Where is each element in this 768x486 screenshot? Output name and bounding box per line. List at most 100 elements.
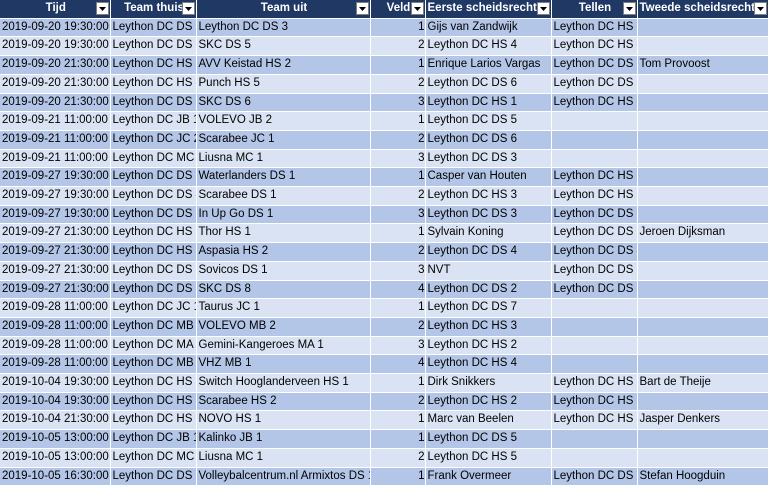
- cell-tijd[interactable]: 2019-09-28 11:00:00: [0, 336, 111, 356]
- cell-team-thuis[interactable]: Leython DC DS 7: [110, 280, 197, 300]
- cell-eerste-scheidsrechter[interactable]: Enrique Larios Vargas: [425, 55, 552, 75]
- cell-team-thuis[interactable]: Leython DC HS 1: [110, 55, 197, 75]
- cell-team-thuis[interactable]: Leython DC DS 6: [110, 205, 197, 225]
- cell-veld[interactable]: 1: [370, 298, 426, 318]
- filter-dropdown-button[interactable]: [355, 2, 369, 15]
- filter-dropdown-button[interactable]: [410, 2, 424, 15]
- cell-tweede-scheidsrechter[interactable]: [637, 392, 768, 412]
- cell-tweede-scheidsrechter[interactable]: [637, 149, 768, 169]
- cell-team-thuis[interactable]: Leython DC MC 1: [110, 448, 197, 468]
- cell-team-uit[interactable]: Sovicos DS 1: [196, 261, 371, 281]
- cell-team-thuis[interactable]: Leython DC DS 7: [110, 93, 197, 113]
- cell-eerste-scheidsrechter[interactable]: Marc van Beelen: [425, 410, 552, 431]
- filter-dropdown-button[interactable]: [622, 2, 636, 15]
- cell-team-thuis[interactable]: Leython DC DS 2: [110, 18, 197, 38]
- cell-veld[interactable]: 2: [370, 317, 426, 337]
- cell-team-thuis[interactable]: Leython DC DS 3: [110, 261, 197, 281]
- cell-tweede-scheidsrechter[interactable]: [637, 186, 768, 206]
- cell-tweede-scheidsrechter[interactable]: Tom Provoost: [637, 55, 768, 75]
- cell-tijd[interactable]: 2019-09-20 19:30:00: [0, 18, 111, 38]
- cell-tellen[interactable]: Leython DC DS 4: [551, 242, 638, 262]
- cell-veld[interactable]: 1: [370, 55, 426, 75]
- cell-tijd[interactable]: 2019-09-27 19:30:00: [0, 167, 111, 188]
- cell-tellen[interactable]: [551, 111, 638, 131]
- cell-tijd[interactable]: 2019-09-20 19:30:00: [0, 36, 111, 57]
- cell-tweede-scheidsrechter[interactable]: [637, 298, 768, 318]
- cell-tweede-scheidsrechter[interactable]: [637, 205, 768, 225]
- cell-veld[interactable]: 2: [370, 36, 426, 57]
- cell-veld[interactable]: 1: [370, 429, 426, 449]
- cell-tweede-scheidsrechter[interactable]: [637, 280, 768, 300]
- cell-team-uit[interactable]: SKC DS 5: [196, 36, 371, 57]
- cell-tellen[interactable]: [551, 448, 638, 468]
- cell-eerste-scheidsrechter[interactable]: Leython DC HS 3: [425, 186, 552, 206]
- cell-team-uit[interactable]: Scarabee JC 1: [196, 130, 371, 150]
- cell-tellen[interactable]: Leython DC DS 6: [551, 74, 638, 94]
- cell-tellen[interactable]: [551, 317, 638, 337]
- cell-veld[interactable]: 2: [370, 74, 426, 94]
- cell-veld[interactable]: 1: [370, 111, 426, 131]
- cell-team-uit[interactable]: Punch HS 5: [196, 74, 371, 94]
- cell-team-uit[interactable]: Switch Hooglanderveen HS 1: [196, 373, 371, 393]
- cell-veld[interactable]: 1: [370, 167, 426, 188]
- cell-team-thuis[interactable]: Leython DC JB 1: [110, 111, 197, 131]
- cell-eerste-scheidsrechter[interactable]: Leython DC DS 7: [425, 298, 552, 318]
- cell-tijd[interactable]: 2019-10-04 19:30:00: [0, 373, 111, 393]
- cell-team-uit[interactable]: AVV Keistad HS 2: [196, 55, 371, 75]
- cell-tellen[interactable]: Leython DC DS 2: [551, 280, 638, 300]
- cell-tweede-scheidsrechter[interactable]: [637, 448, 768, 468]
- cell-tweede-scheidsrechter[interactable]: Stefan Hoogduin: [637, 467, 768, 486]
- cell-tellen[interactable]: Leython DC HS 2: [551, 392, 638, 412]
- cell-tweede-scheidsrechter[interactable]: [637, 74, 768, 94]
- cell-veld[interactable]: 3: [370, 261, 426, 281]
- cell-tellen[interactable]: Leython DC HS 1: [551, 93, 638, 113]
- cell-tijd[interactable]: 2019-09-20 21:30:00: [0, 74, 111, 94]
- filter-dropdown-button[interactable]: [181, 2, 195, 15]
- cell-team-uit[interactable]: SKC DS 8: [196, 280, 371, 300]
- cell-tweede-scheidsrechter[interactable]: [637, 130, 768, 150]
- cell-team-uit[interactable]: Scarabee DS 1: [196, 186, 371, 206]
- cell-tijd[interactable]: 2019-10-05 13:00:00: [0, 448, 111, 468]
- cell-tellen[interactable]: Leython DC HS 3: [551, 186, 638, 206]
- cell-eerste-scheidsrechter[interactable]: Leython DC HS 2: [425, 392, 552, 412]
- cell-tellen[interactable]: Leython DC DS 2: [551, 55, 638, 75]
- cell-tellen[interactable]: Leython DC DS 7: [551, 467, 638, 486]
- cell-tijd[interactable]: 2019-09-28 11:00:00: [0, 354, 111, 375]
- cell-team-thuis[interactable]: Leython DC DS 1: [110, 467, 197, 486]
- cell-team-uit[interactable]: In Up Go DS 1: [196, 205, 371, 225]
- cell-tellen[interactable]: [551, 336, 638, 356]
- cell-tijd[interactable]: 2019-10-05 16:30:00: [0, 467, 111, 486]
- cell-veld[interactable]: 2: [370, 448, 426, 468]
- cell-tweede-scheidsrechter[interactable]: Bart de Theije: [637, 373, 768, 393]
- cell-team-uit[interactable]: Leython DC DS 3: [196, 18, 371, 38]
- cell-tweede-scheidsrechter[interactable]: [637, 36, 768, 57]
- filter-dropdown-button[interactable]: [536, 2, 550, 15]
- cell-tellen[interactable]: [551, 149, 638, 169]
- cell-team-thuis[interactable]: Leython DC HS 1: [110, 373, 197, 393]
- cell-tellen[interactable]: Leython DC HS 2: [551, 373, 638, 393]
- cell-eerste-scheidsrechter[interactable]: Leython DC DS 3: [425, 149, 552, 169]
- filter-dropdown-button[interactable]: [95, 2, 109, 15]
- cell-tijd[interactable]: 2019-09-21 11:00:00: [0, 111, 111, 131]
- cell-team-thuis[interactable]: Leython DC DS 2: [110, 167, 197, 188]
- cell-tweede-scheidsrechter[interactable]: Jeroen Dijksman: [637, 223, 768, 244]
- cell-tijd[interactable]: 2019-09-21 11:00:00: [0, 149, 111, 169]
- cell-tijd[interactable]: 2019-10-05 13:00:00: [0, 429, 111, 449]
- cell-tellen[interactable]: Leython DC HS 2: [551, 167, 638, 188]
- cell-tijd[interactable]: 2019-10-04 19:30:00: [0, 392, 111, 412]
- cell-team-uit[interactable]: VOLEVO MB 2: [196, 317, 371, 337]
- cell-eerste-scheidsrechter[interactable]: Leython DC DS 6: [425, 74, 552, 94]
- cell-team-uit[interactable]: Liusna MC 1: [196, 448, 371, 468]
- cell-eerste-scheidsrechter[interactable]: Leython DC HS 1: [425, 93, 552, 113]
- cell-eerste-scheidsrechter[interactable]: Leython DC DS 5: [425, 111, 552, 131]
- cell-eerste-scheidsrechter[interactable]: Leython DC HS 4: [425, 354, 552, 375]
- cell-team-thuis[interactable]: Leython DC MC 1: [110, 149, 197, 169]
- cell-tweede-scheidsrechter[interactable]: [637, 167, 768, 188]
- cell-eerste-scheidsrechter[interactable]: Leython DC DS 4: [425, 242, 552, 262]
- cell-team-uit[interactable]: VHZ MB 1: [196, 354, 371, 375]
- cell-eerste-scheidsrechter[interactable]: Frank Overmeer: [425, 467, 552, 486]
- cell-tweede-scheidsrechter[interactable]: [637, 429, 768, 449]
- cell-veld[interactable]: 3: [370, 336, 426, 356]
- cell-tijd[interactable]: 2019-09-28 11:00:00: [0, 298, 111, 318]
- cell-eerste-scheidsrechter[interactable]: NVT: [425, 261, 552, 281]
